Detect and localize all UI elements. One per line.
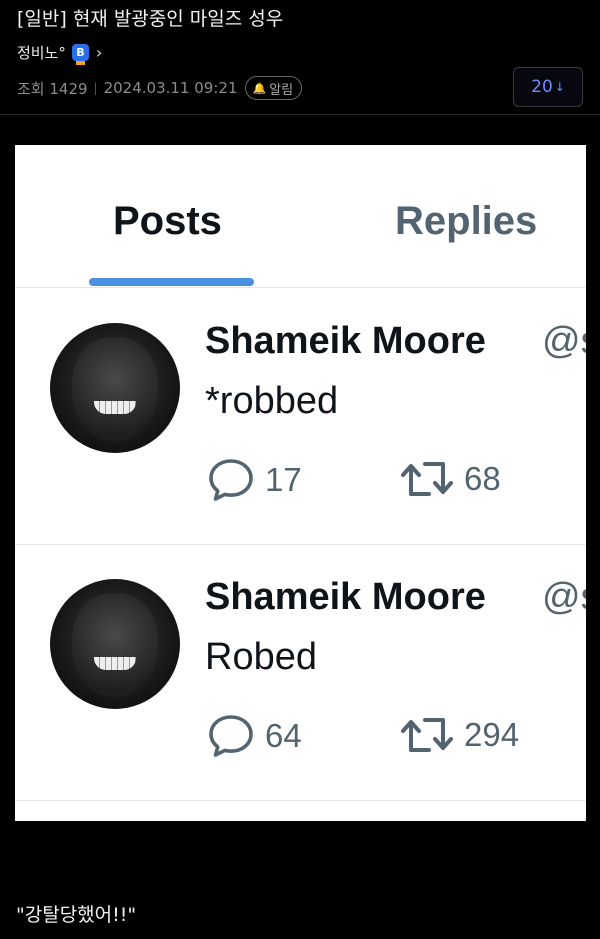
arrow-down-icon: ↓ bbox=[554, 80, 565, 94]
active-tab-indicator bbox=[89, 278, 254, 286]
comment-count: 20 bbox=[531, 77, 553, 97]
author-badge: B bbox=[71, 44, 89, 65]
tweet-author-name: Shameik Moore bbox=[205, 320, 486, 362]
tweet-author-handle: @s bbox=[542, 320, 586, 362]
retweet-action: 68 bbox=[400, 458, 501, 500]
author-badge-letter: B bbox=[76, 46, 85, 59]
retweet-arrows-icon bbox=[401, 718, 453, 752]
chevron-right-icon[interactable]: › bbox=[96, 43, 102, 62]
reply-count: 64 bbox=[265, 717, 302, 754]
avatar-grill bbox=[94, 657, 136, 670]
avatar bbox=[50, 579, 180, 709]
avatar-face bbox=[72, 593, 158, 697]
retweet-count: 68 bbox=[464, 460, 501, 497]
meta-separator: | bbox=[93, 81, 98, 95]
tweet-author-name: Shameik Moore bbox=[205, 576, 486, 618]
bell-icon: 🔔 bbox=[252, 81, 267, 95]
tweet-text: Robed bbox=[205, 636, 317, 678]
retweet-action: 294 bbox=[400, 714, 519, 756]
retweet-count: 294 bbox=[464, 716, 520, 753]
reply-count: 17 bbox=[265, 461, 302, 498]
tweet-item: Shameik Moore @s *robbed 17 68 bbox=[15, 288, 586, 545]
avatar bbox=[50, 323, 180, 453]
post-meta: 조회 1429 | 2024.03.11 09:21 🔔 알림 bbox=[17, 76, 303, 100]
post-caption: "강탈당했어!!" bbox=[16, 904, 137, 926]
post-header: [일반] 현재 발광중인 마일즈 성우 정비노° B › 조회 1429 | 2… bbox=[0, 0, 600, 115]
post-date: 2024.03.11 09:21 bbox=[103, 79, 238, 97]
tweet-author-handle: @s bbox=[542, 576, 586, 618]
tweet-item: Shameik Moore @s Robed 64 294 bbox=[15, 544, 586, 801]
comment-count-button[interactable]: 20 ↓ bbox=[513, 67, 583, 107]
avatar-grill bbox=[94, 401, 136, 414]
speech-bubble-icon bbox=[209, 715, 253, 757]
view-count: 조회 1429 bbox=[17, 79, 88, 98]
retweet-arrows-icon bbox=[401, 462, 453, 496]
embedded-screenshot: Posts Replies Shameik Moore @s *robbed 1… bbox=[15, 145, 586, 821]
alarm-label: 알림 bbox=[269, 82, 294, 98]
tab-posts: Posts bbox=[113, 199, 222, 243]
tab-replies: Replies bbox=[395, 199, 538, 243]
reply-action: 17 bbox=[207, 458, 302, 502]
speech-bubble-icon bbox=[209, 459, 253, 501]
avatar-face bbox=[72, 337, 158, 441]
author-name[interactable]: 정비노° bbox=[17, 42, 66, 63]
alarm-button[interactable]: 🔔 알림 bbox=[245, 76, 303, 100]
post-title: [일반] 현재 발광중인 마일즈 성우 bbox=[17, 8, 284, 30]
tweet-text: *robbed bbox=[205, 380, 339, 422]
reply-action: 64 bbox=[207, 714, 302, 758]
author-row[interactable]: 정비노° B › bbox=[17, 42, 102, 65]
